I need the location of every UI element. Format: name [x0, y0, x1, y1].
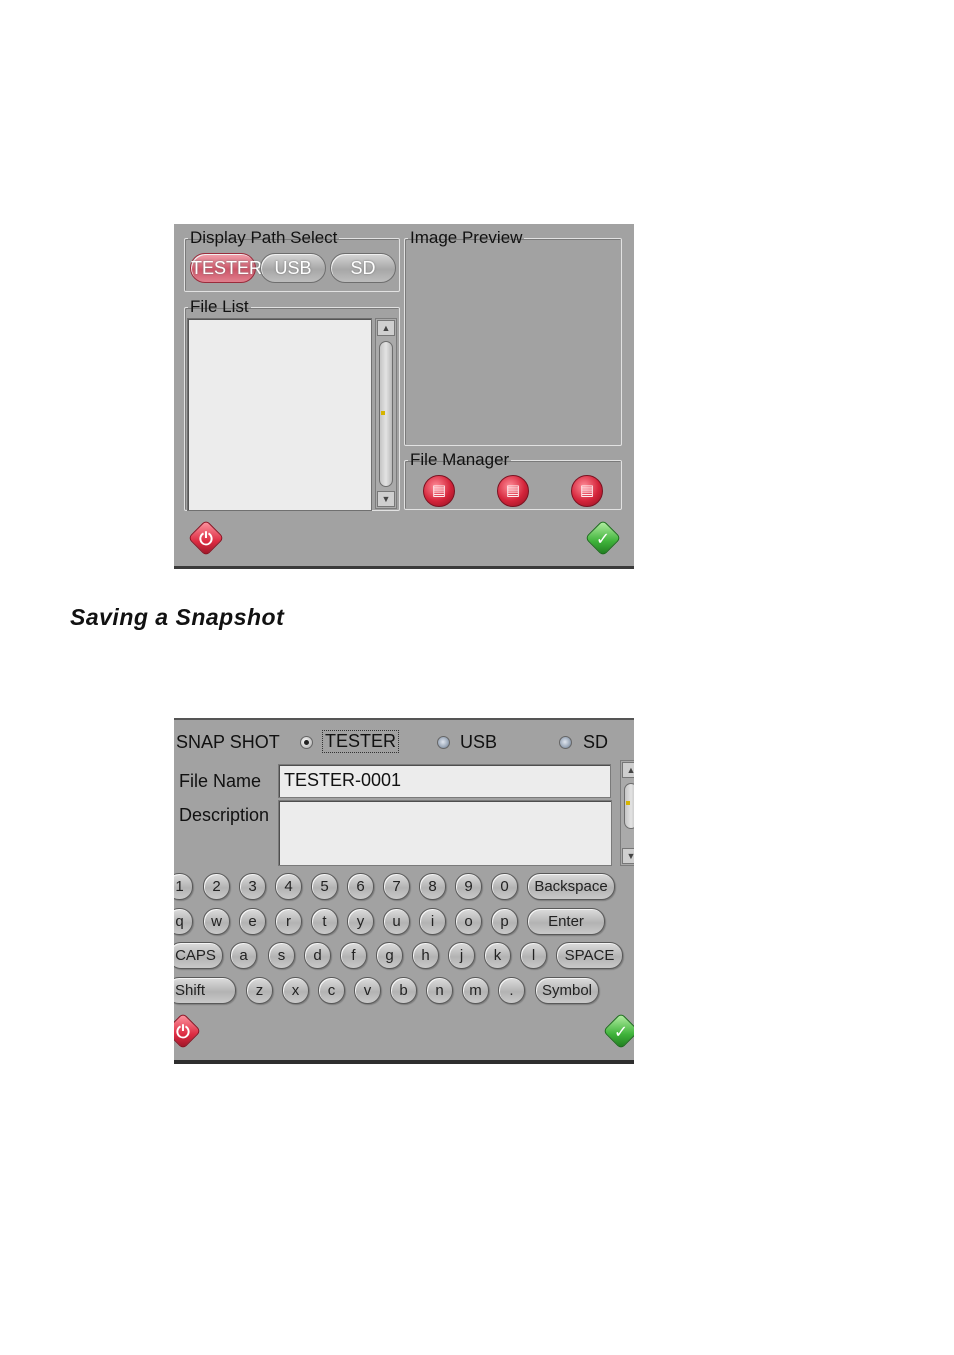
- file-name-input[interactable]: TESTER-0001: [278, 764, 611, 798]
- key-t[interactable]: t: [311, 908, 338, 935]
- key-e[interactable]: e: [239, 908, 266, 935]
- key-y[interactable]: y: [347, 908, 374, 935]
- key-j[interactable]: j: [448, 942, 475, 969]
- scroll-grip-icon: [381, 411, 385, 415]
- key-period[interactable]: .: [498, 977, 525, 1004]
- form-scroll-down-icon[interactable]: ▼: [622, 848, 634, 864]
- key-h[interactable]: h: [412, 942, 439, 969]
- key-6[interactable]: 6: [347, 873, 374, 900]
- check-icon: ✓: [595, 529, 611, 549]
- key-8[interactable]: 8: [419, 873, 446, 900]
- snapshot-label: SNAP SHOT: [176, 732, 280, 752]
- key-caps[interactable]: CAPS: [174, 942, 223, 969]
- form-scrollbar[interactable]: ▲ ▼: [620, 760, 634, 866]
- key-z[interactable]: z: [246, 977, 273, 1004]
- key-f[interactable]: f: [340, 942, 367, 969]
- key-i[interactable]: i: [419, 908, 446, 935]
- file-move-icon[interactable]: ▤: [497, 475, 529, 507]
- radio-sd-label[interactable]: SD: [583, 732, 608, 753]
- path-button-tester[interactable]: TESTER: [190, 253, 262, 283]
- description-label: Description: [179, 805, 270, 825]
- key-1[interactable]: 1: [174, 873, 193, 900]
- key-u[interactable]: u: [383, 908, 410, 935]
- key-r[interactable]: r: [275, 908, 302, 935]
- form-scroll-thumb[interactable]: [624, 783, 634, 829]
- radio-sd[interactable]: [559, 736, 572, 749]
- file-list-title: File List: [190, 297, 249, 316]
- file-copy-icon[interactable]: ▤: [423, 475, 455, 507]
- key-9[interactable]: 9: [455, 873, 482, 900]
- key-2[interactable]: 2: [203, 873, 230, 900]
- description-input[interactable]: [278, 800, 612, 866]
- key-backspace[interactable]: Backspace: [527, 873, 615, 900]
- image-preview-group: Image Preview: [404, 228, 622, 446]
- key-q[interactable]: q: [174, 908, 193, 935]
- key-n[interactable]: n: [426, 977, 453, 1004]
- display-path-screen: Display Path Select TESTER USB SD File L…: [174, 224, 634, 569]
- key-o[interactable]: o: [455, 908, 482, 935]
- radio-tester-label[interactable]: TESTER: [322, 730, 400, 753]
- form-scroll-grip-icon: [626, 801, 630, 805]
- file-list-box[interactable]: [187, 318, 372, 511]
- ok-button[interactable]: ✓: [584, 519, 622, 557]
- cancel-button[interactable]: ⏻: [187, 519, 225, 557]
- key-g[interactable]: g: [376, 942, 403, 969]
- power-icon: ⏻: [176, 1022, 190, 1042]
- radio-tester[interactable]: [300, 736, 313, 749]
- key-p[interactable]: p: [491, 908, 518, 935]
- file-manager-title: File Manager: [410, 450, 510, 469]
- key-symbol[interactable]: Symbol: [535, 977, 599, 1004]
- scroll-down-icon[interactable]: ▼: [377, 491, 395, 507]
- check-icon: ✓: [613, 1022, 629, 1042]
- key-v[interactable]: v: [354, 977, 381, 1004]
- key-shift[interactable]: Shift: [174, 977, 236, 1004]
- key-c[interactable]: c: [318, 977, 345, 1004]
- key-l[interactable]: l: [520, 942, 547, 969]
- key-s[interactable]: s: [268, 942, 295, 969]
- key-m[interactable]: m: [462, 977, 489, 1004]
- file-name-label: File Name: [179, 771, 262, 791]
- key-0[interactable]: 0: [491, 873, 518, 900]
- key-d[interactable]: d: [304, 942, 331, 969]
- key-5[interactable]: 5: [311, 873, 338, 900]
- section-heading: Saving a Snapshot: [70, 604, 285, 630]
- key-w[interactable]: w: [203, 908, 230, 935]
- power-icon: ⏻: [199, 529, 213, 549]
- key-b[interactable]: b: [390, 977, 417, 1004]
- radio-usb[interactable]: [437, 736, 450, 749]
- cancel-button[interactable]: ⏻: [174, 1012, 202, 1050]
- form-scroll-up-icon[interactable]: ▲: [622, 762, 634, 778]
- path-button-sd[interactable]: SD: [330, 253, 396, 283]
- key-enter[interactable]: Enter: [527, 908, 605, 935]
- radio-usb-label[interactable]: USB: [460, 732, 497, 753]
- ok-button[interactable]: ✓: [602, 1012, 634, 1050]
- key-4[interactable]: 4: [275, 873, 302, 900]
- key-x[interactable]: x: [282, 977, 309, 1004]
- key-a[interactable]: a: [230, 942, 257, 969]
- display-path-title: Display Path Select: [190, 228, 338, 247]
- key-3[interactable]: 3: [239, 873, 266, 900]
- key-7[interactable]: 7: [383, 873, 410, 900]
- image-preview-title: Image Preview: [410, 228, 523, 247]
- scroll-up-icon[interactable]: ▲: [377, 320, 395, 336]
- snapshot-screen: SNAP SHOT TESTER USB SD File Name TESTER…: [174, 718, 634, 1064]
- file-list-scrollbar[interactable]: ▲ ▼: [375, 318, 397, 509]
- path-button-usb[interactable]: USB: [260, 253, 326, 283]
- file-delete-icon[interactable]: ▤: [571, 475, 603, 507]
- key-space[interactable]: SPACE: [556, 942, 623, 969]
- key-k[interactable]: k: [484, 942, 511, 969]
